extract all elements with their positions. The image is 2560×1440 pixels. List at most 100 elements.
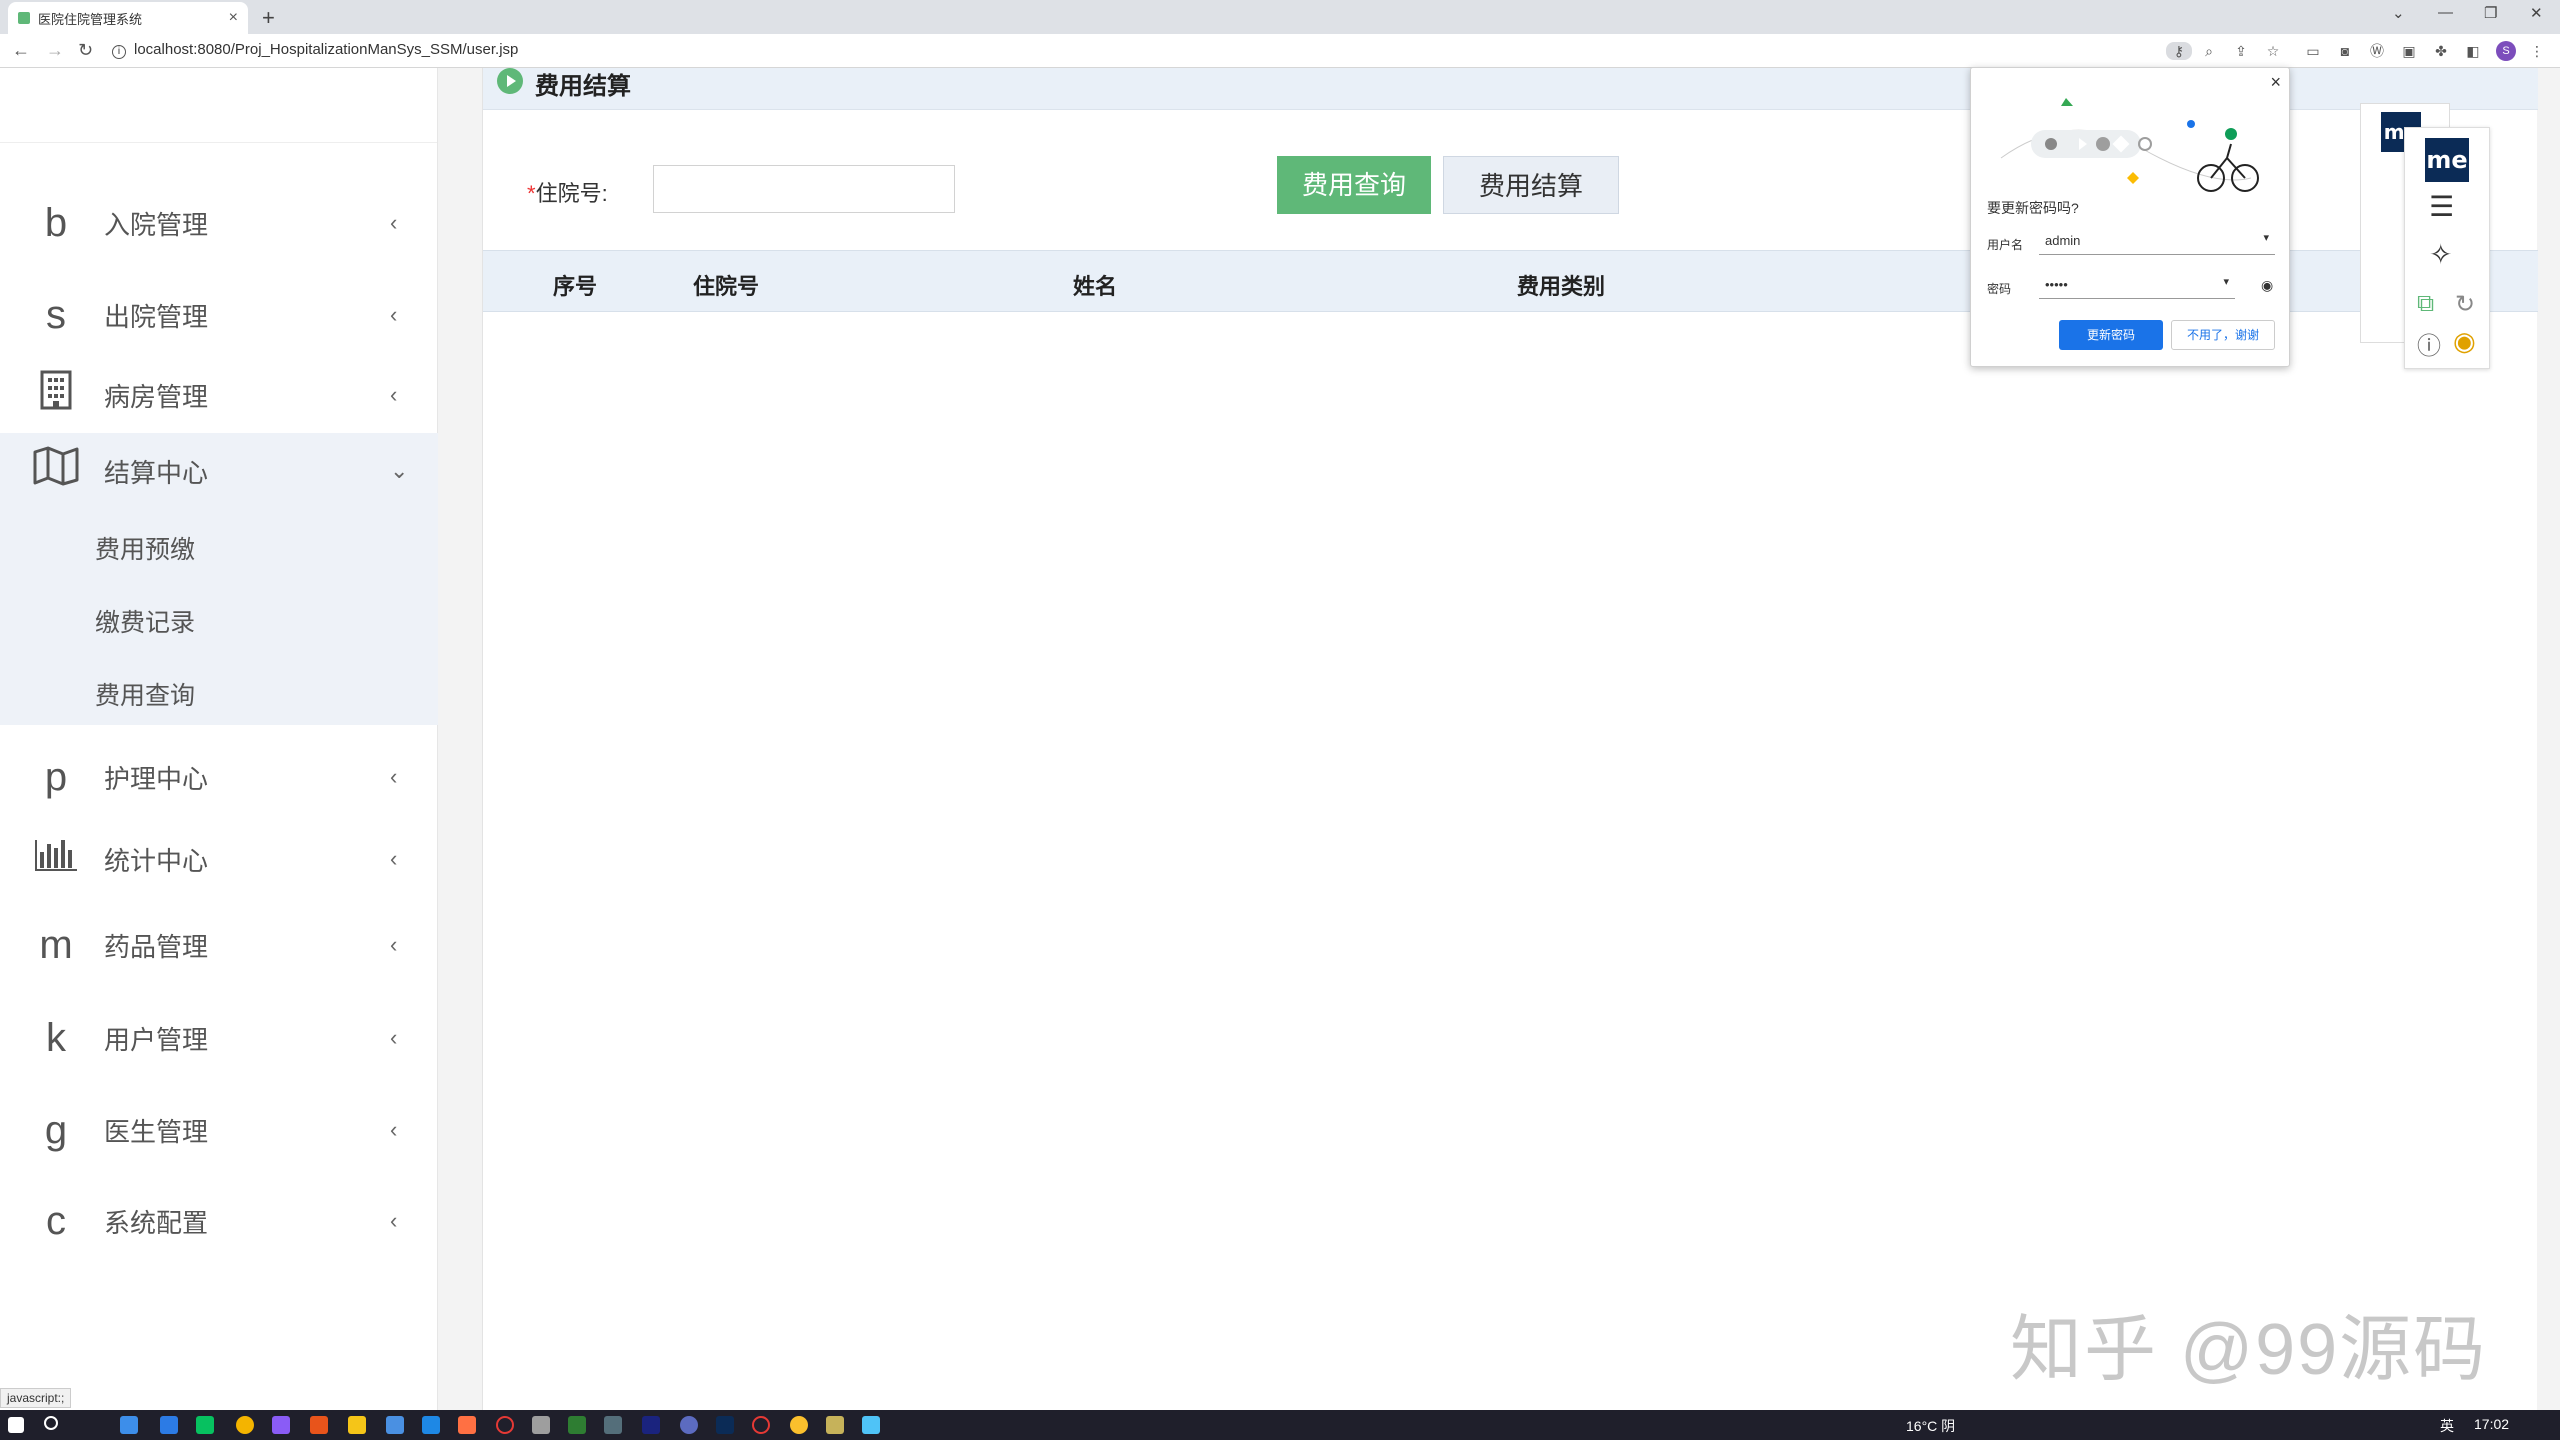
key-icon[interactable]: ⚷: [2166, 42, 2192, 60]
bookmark-star-icon[interactable]: ☆: [2264, 42, 2282, 60]
app-icon[interactable]: [496, 1416, 514, 1434]
app-icon[interactable]: [310, 1416, 328, 1434]
chevron-left-icon: ‹: [390, 1208, 398, 1233]
app-icon[interactable]: [642, 1416, 660, 1434]
search-icon[interactable]: [44, 1416, 58, 1430]
update-password-button[interactable]: 更新密码: [2059, 320, 2163, 350]
browser-tab[interactable]: 医院住院管理系统 ×: [8, 2, 248, 34]
alert-icon[interactable]: ⓘ: [2417, 326, 2441, 361]
show-password-eye-icon[interactable]: ◉: [2261, 277, 2273, 294]
menu-settlement[interactable]: 结算中心 ⌄: [0, 426, 438, 516]
new-tab-button[interactable]: +: [262, 5, 275, 31]
app-icon[interactable]: [160, 1416, 178, 1434]
chevron-left-icon: ‹: [390, 764, 398, 789]
submenu-fee-query[interactable]: 费用查询: [95, 676, 195, 712]
menu-label: 统计中心: [104, 845, 209, 876]
maximize-button[interactable]: ❐: [2484, 4, 2497, 22]
app-icon[interactable]: [752, 1416, 770, 1434]
submenu-payment-records[interactable]: 缴费记录: [95, 603, 195, 639]
me-app-icon[interactable]: [716, 1416, 734, 1434]
extension-w-icon[interactable]: Ⓦ: [2368, 42, 2386, 60]
app-icon[interactable]: [826, 1416, 844, 1434]
app-icon[interactable]: [568, 1416, 586, 1434]
cast-icon[interactable]: ▭: [2304, 42, 2322, 60]
close-window-button[interactable]: ✕: [2530, 4, 2543, 22]
status-bar: javascript:;: [0, 1388, 72, 1408]
me-logo[interactable]: me: [2425, 138, 2469, 182]
tab-close-icon[interactable]: ×: [229, 9, 238, 27]
col-name: 姓名: [1073, 274, 1118, 299]
hospital-no-label-text: 住院号:: [535, 181, 608, 206]
folder-icon[interactable]: [348, 1416, 366, 1434]
menu-label: 结算中心: [104, 457, 209, 488]
password-select[interactable]: ••••• ▾: [2039, 273, 2235, 299]
app-icon[interactable]: [532, 1416, 550, 1434]
menu-medicine[interactable]: m 药品管理 ‹: [0, 900, 438, 990]
profile-avatar[interactable]: S: [2496, 41, 2516, 61]
dismiss-button[interactable]: 不用了，谢谢: [2171, 320, 2275, 350]
image-icon[interactable]: ▣: [2400, 42, 2418, 60]
letter-m-icon: m: [39, 922, 73, 967]
cast-icon[interactable]: ⧉: [2417, 290, 2434, 318]
zoom-icon[interactable]: ⌕: [2200, 42, 2218, 60]
tab-search-icon[interactable]: ⌄: [2392, 4, 2405, 22]
app-icon[interactable]: [120, 1416, 138, 1434]
app-icon[interactable]: [386, 1416, 404, 1434]
reload-icon[interactable]: ↻: [78, 40, 93, 61]
wechat-icon[interactable]: [196, 1416, 214, 1434]
app-icon[interactable]: [604, 1416, 622, 1434]
chevron-left-icon: ‹: [390, 382, 398, 407]
share-icon[interactable]: ⇪: [2232, 42, 2250, 60]
menu-label: 护理中心: [104, 763, 209, 794]
windows-start-icon[interactable]: [8, 1417, 24, 1433]
menu-system-config[interactable]: c 系统配置 ‹: [0, 1176, 438, 1266]
menu-discharge[interactable]: s 出院管理 ‹: [0, 270, 438, 360]
eye-icon[interactable]: ◉: [2453, 326, 2476, 357]
puzzle-icon[interactable]: ✤: [2432, 42, 2450, 60]
input-language-text[interactable]: 英: [2440, 1416, 2454, 1436]
app-icon[interactable]: [862, 1416, 880, 1434]
minimize-button[interactable]: —: [2438, 4, 2453, 21]
menu-kebab-icon[interactable]: ⋮: [2528, 42, 2546, 60]
camera-icon[interactable]: ◙: [2336, 42, 2354, 60]
weather-text[interactable]: 16°C 阴: [1906, 1416, 1955, 1436]
app-icon[interactable]: [790, 1416, 808, 1434]
back-arrow-icon[interactable]: ←: [12, 40, 30, 61]
app-icon[interactable]: [458, 1416, 476, 1434]
app-icon[interactable]: [680, 1416, 698, 1434]
url-field[interactable]: i localhost:8080/Proj_HospitalizationManS…: [112, 41, 518, 59]
chrome-icon[interactable]: [236, 1416, 254, 1434]
password-label: 密码: [1987, 282, 2012, 296]
forward-arrow-icon[interactable]: →: [46, 40, 64, 61]
hamburger-icon[interactable]: ☰: [2429, 190, 2454, 223]
menu-label: 病房管理: [104, 381, 209, 412]
close-icon[interactable]: ×: [2270, 72, 2281, 93]
chevron-left-icon: ‹: [390, 846, 398, 871]
app-icon[interactable]: [422, 1416, 440, 1434]
hospital-no-input[interactable]: [653, 165, 955, 213]
chevron-left-icon: ‹: [390, 210, 398, 235]
menu-label: 药品管理: [104, 931, 209, 962]
favicon-icon: [18, 12, 30, 24]
refresh-icon[interactable]: ↻: [2455, 290, 2475, 319]
fee-settle-button[interactable]: 费用结算: [1443, 156, 1619, 214]
update-password-popup: × 要更新密码吗? 用户名 admin ▾ 密码 ••••• ▾ ◉ 更新密码 …: [1970, 67, 2290, 367]
app-icon[interactable]: [272, 1416, 290, 1434]
clock-text[interactable]: 17:02: [2474, 1416, 2509, 1432]
col-fee-type: 费用类别: [1517, 274, 1606, 299]
extension-panel: me ☰ ✧ ⧉ ↻ ⓘ ◉: [2404, 127, 2490, 369]
menu-admission[interactable]: b 入院管理 ‹: [0, 178, 438, 268]
submenu-prepay[interactable]: 费用预缴: [95, 530, 195, 566]
username-select[interactable]: admin ▾: [2039, 229, 2275, 255]
letter-g-icon: g: [44, 1107, 68, 1152]
hospital-no-label: *住院号:: [527, 176, 608, 208]
fee-query-button[interactable]: 费用查询: [1277, 156, 1431, 214]
menu-statistics[interactable]: 统计中心 ‹: [0, 814, 438, 904]
menu-doctors[interactable]: g 医生管理 ‹: [0, 1085, 438, 1175]
site-info-icon[interactable]: i: [112, 45, 126, 59]
magic-wand-icon[interactable]: ✧: [2429, 238, 2452, 271]
sidepanel-icon[interactable]: ◧: [2464, 42, 2482, 60]
menu-users[interactable]: k 用户管理 ‹: [0, 993, 438, 1083]
menu-nursing[interactable]: p 护理中心 ‹: [0, 732, 438, 822]
menu-label: 系统配置: [104, 1207, 209, 1238]
